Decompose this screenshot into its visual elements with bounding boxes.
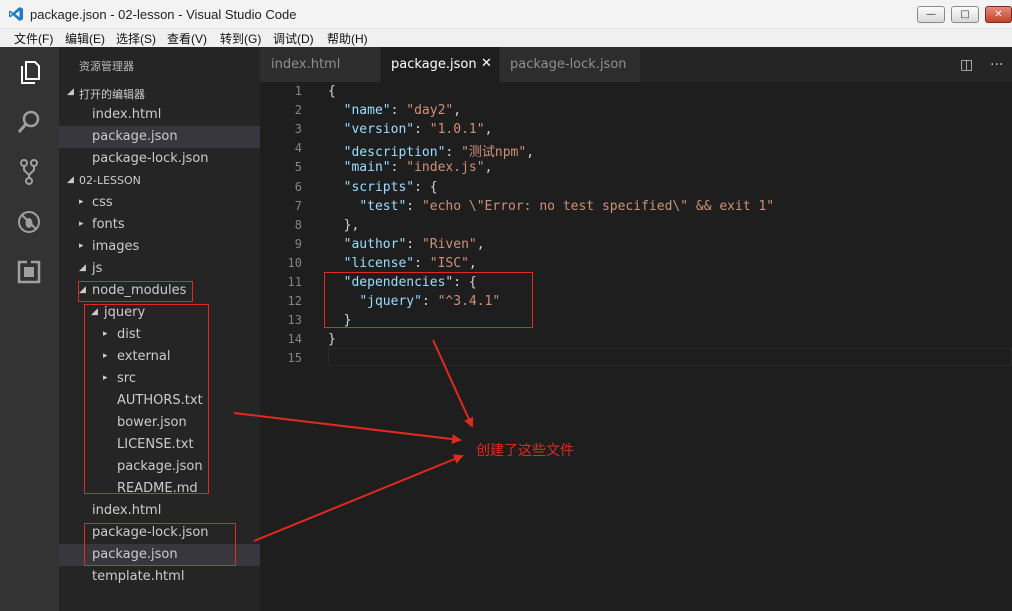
annotation-arrows	[233, 339, 474, 542]
arrow-from-package-files	[253, 454, 464, 542]
arrow-from-jquery	[233, 412, 462, 445]
annotation-label: 创建了这些文件	[476, 443, 574, 459]
arrow-from-dependencies	[432, 339, 474, 428]
